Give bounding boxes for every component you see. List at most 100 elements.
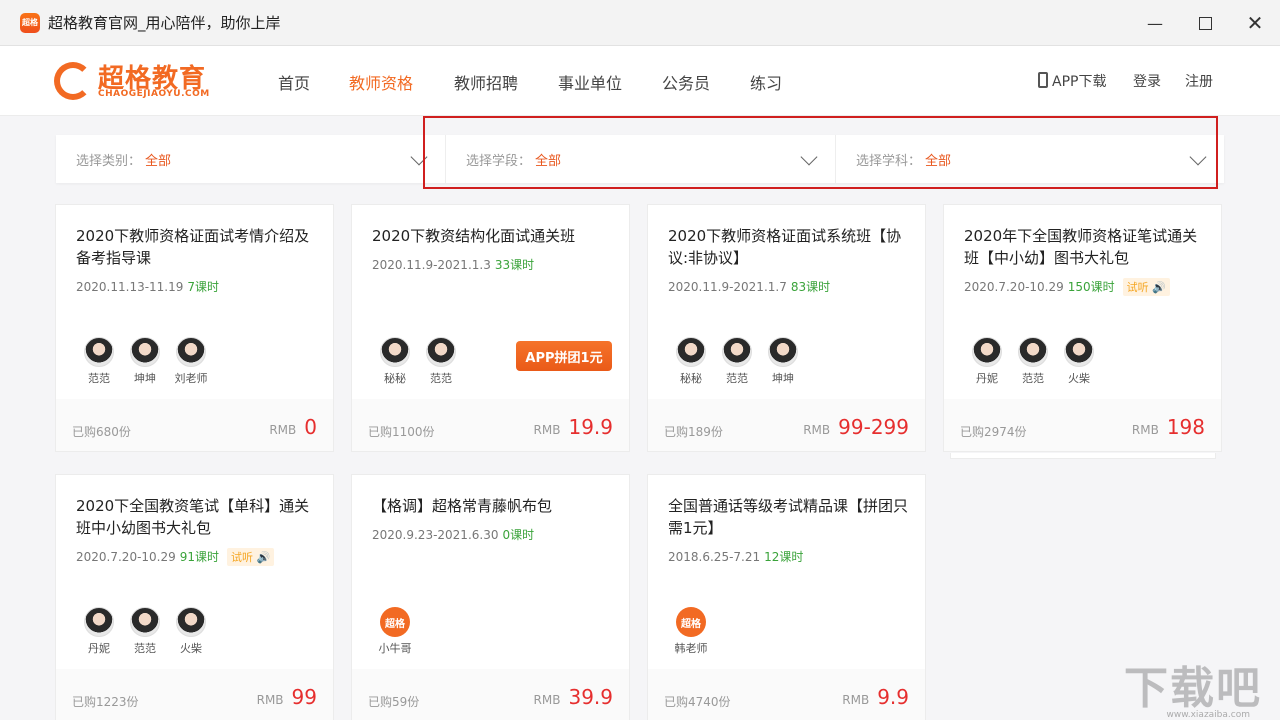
window-title: 超格教育官网_用心陪伴，助你上岸: [48, 14, 281, 32]
teacher[interactable]: 丹妮: [76, 607, 122, 656]
course-card[interactable]: 2020下教师资格证面试系统班【协议:非协议】 2020.11.9-2021.1…: [647, 204, 926, 452]
avatar: [972, 337, 1002, 367]
currency-label: RMB: [1131, 423, 1159, 437]
teacher[interactable]: 丹妮: [964, 337, 1010, 386]
course-lessons: 12课时: [764, 550, 804, 564]
chevron-down-icon: [1189, 148, 1207, 166]
site-header: 超格教育 CHAOGEJIAOYU.COM 首页 教师资格 教师招聘 事业单位 …: [0, 46, 1280, 116]
teacher[interactable]: 坤坤: [122, 337, 168, 386]
price-amount: 99-299: [838, 415, 909, 439]
course-title: 2020下教师资格证面试系统班【协议:非协议】: [668, 227, 902, 267]
price: RMB 19.9: [534, 415, 613, 439]
teacher[interactable]: 超格 小牛哥: [372, 607, 418, 656]
minimize-icon: —: [1147, 13, 1163, 33]
price: RMB 0: [269, 415, 317, 439]
course-lessons: 0课时: [502, 528, 535, 542]
teacher[interactable]: 范范: [714, 337, 760, 386]
site-logo[interactable]: 超格教育 CHAOGEJIAOYU.COM: [54, 60, 234, 102]
avatar: [84, 337, 114, 367]
teacher[interactable]: 刘老师: [168, 337, 214, 386]
avatar: [84, 607, 114, 637]
maximize-button[interactable]: [1180, 0, 1230, 46]
course-lessons: 33课时: [494, 258, 535, 272]
filter-category[interactable]: 选择类别： 全部: [56, 135, 446, 183]
filter-category-label: 选择类别：: [76, 154, 142, 169]
filter-stage[interactable]: 选择学段： 全部: [446, 135, 836, 183]
teacher[interactable]: 火柴: [168, 607, 214, 656]
card-footer: 已购1223份 RMB 99: [56, 669, 333, 720]
avatar: [176, 337, 206, 367]
card-footer: 已购2974份 RMB 198: [944, 399, 1221, 451]
filter-subject[interactable]: 选择学科： 全部: [836, 135, 1224, 183]
course-meta: 2020.11.9-2021.1.7 83课时: [668, 278, 830, 295]
course-title: 2020下全国教资笔试【单科】通关班中小幼图书大礼包: [76, 497, 310, 537]
teacher[interactable]: 范范: [418, 337, 464, 386]
teacher[interactable]: 秘秘: [668, 337, 714, 386]
course-card[interactable]: 2020下教资结构化面试通关班 2020.11.9-2021.1.3 33课时 秘…: [351, 204, 630, 452]
course-card[interactable]: 2020下全国教资笔试【单科】通关班中小幼图书大礼包 2020.7.20-10.…: [55, 474, 334, 720]
logo-mark-icon: [54, 62, 92, 100]
sold-count: 已购1223份: [72, 695, 139, 709]
price-amount: 198: [1166, 415, 1205, 439]
trial-badge[interactable]: 试听 🔊: [1122, 278, 1170, 296]
avatar: 超格: [676, 607, 706, 637]
course-date: 2020.7.20-10.29: [76, 550, 176, 564]
close-button[interactable]: ✕: [1230, 0, 1280, 46]
course-card[interactable]: 全国普通话等级考试精品课【拼团只需1元】 2018.6.25-7.21 12课时 …: [647, 474, 926, 720]
course-meta: 2020.11.13-11.19 7课时: [76, 278, 219, 295]
filter-stage-label: 选择学段：: [466, 154, 532, 169]
course-title: 【格调】超格常青藤帆布包: [372, 497, 553, 515]
trial-badge[interactable]: 试听 🔊: [227, 548, 275, 566]
course-date: 2020.7.20-10.29: [964, 280, 1064, 294]
chevron-down-icon: [410, 148, 428, 166]
course-card[interactable]: 2020下教师资格证面试考情介绍及备考指导课 2020.11.13-11.19 7…: [55, 204, 334, 452]
group-buy-badge[interactable]: APP拼团1元: [516, 341, 612, 371]
teacher[interactable]: 超格 韩老师: [668, 607, 714, 656]
teacher[interactable]: 范范: [1010, 337, 1056, 386]
nav-item-public-institution[interactable]: 事业单位: [558, 70, 622, 94]
card-footer: 已购4740份 RMB 9.9: [648, 669, 925, 720]
teacher-name: 秘秘: [680, 372, 702, 385]
course-card[interactable]: 【格调】超格常青藤帆布包 2020.9.23-2021.6.30 0课时 超格 小牛…: [351, 474, 630, 720]
teacher[interactable]: 火柴: [1056, 337, 1102, 386]
window-titlebar: 超格 超格教育官网_用心陪伴，助你上岸 — ✕: [0, 0, 1280, 46]
price-amount: 99: [291, 685, 317, 709]
price: RMB 9.9: [842, 685, 909, 709]
avatar: [130, 337, 160, 367]
sold-count: 已购2974份: [960, 425, 1027, 439]
course-meta: 2020.9.23-2021.6.30 0课时: [372, 526, 534, 543]
currency-label: RMB: [533, 693, 561, 707]
teacher[interactable]: 范范: [76, 337, 122, 386]
course-date: 2020.9.23-2021.6.30: [372, 528, 499, 542]
teacher[interactable]: 坤坤: [760, 337, 806, 386]
card-footer: 已购59份 RMB 39.9: [352, 669, 629, 720]
currency-label: RMB: [256, 693, 284, 707]
price-amount: 9.9: [877, 685, 909, 709]
price: RMB 39.9: [534, 685, 613, 709]
teacher-name: 丹妮: [976, 372, 998, 385]
currency-label: RMB: [842, 693, 870, 707]
phone-icon: [1038, 72, 1048, 88]
register-link[interactable]: 注册: [1185, 71, 1213, 91]
login-link[interactable]: 登录: [1133, 71, 1161, 91]
nav-item-teacher-qualification[interactable]: 教师资格: [349, 70, 413, 94]
nav-item-teacher-recruitment[interactable]: 教师招聘: [454, 70, 518, 94]
teacher[interactable]: 秘秘: [372, 337, 418, 386]
nav-item-practice[interactable]: 练习: [750, 70, 782, 94]
minimize-button[interactable]: —: [1130, 0, 1180, 46]
trial-label: 试听: [1126, 281, 1149, 294]
teacher-name: 范范: [88, 372, 110, 385]
course-date: 2018.6.25-7.21: [668, 550, 761, 564]
trial-label: 试听: [231, 551, 254, 564]
app-download-link[interactable]: APP下载: [1038, 71, 1106, 91]
nav-item-civil-servant[interactable]: 公务员: [662, 70, 710, 94]
teacher-list: 范范 坤坤 刘老师: [76, 337, 214, 386]
nav-item-home[interactable]: 首页: [278, 70, 310, 94]
currency-label: RMB: [269, 423, 297, 437]
teacher-name: 火柴: [1068, 372, 1090, 385]
speaker-icon: 🔊: [1152, 281, 1166, 294]
teacher[interactable]: 范范: [122, 607, 168, 656]
course-card[interactable]: 2020年下全国教师资格证笔试通关班【中小幼】图书大礼包 2020.7.20-1…: [943, 204, 1222, 452]
sold-count: 已购680份: [72, 425, 131, 439]
teacher-name: 韩老师: [674, 642, 708, 655]
